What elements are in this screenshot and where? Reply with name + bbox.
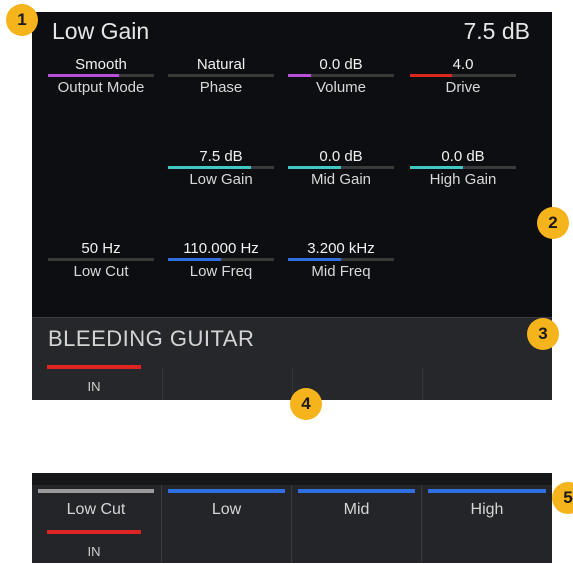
param-label: High Gain bbox=[429, 171, 497, 188]
param-value: 4.0 bbox=[452, 56, 474, 73]
param-label: Output Mode bbox=[57, 79, 145, 96]
in-indicator bbox=[47, 365, 141, 369]
panel-divider bbox=[422, 368, 423, 400]
in-label: IN bbox=[87, 544, 101, 559]
tab-indicator bbox=[38, 489, 154, 493]
param-level-bar bbox=[410, 166, 516, 169]
param-label: Volume bbox=[315, 79, 367, 96]
param-label: Mid Gain bbox=[310, 171, 372, 188]
param-mid-freq[interactable]: 3.200 kHz Mid Freq bbox=[284, 240, 398, 280]
channel-panel: BLEEDING GUITAR IN bbox=[32, 317, 552, 400]
callout-badge-1: 1 bbox=[6, 4, 38, 36]
param-value: Natural bbox=[196, 56, 246, 73]
tab-mid[interactable]: Mid bbox=[292, 485, 421, 525]
param-high-gain[interactable]: 0.0 dB High Gain bbox=[406, 148, 520, 188]
param-value: 3.200 kHz bbox=[307, 240, 375, 257]
callout-badge-2: 2 bbox=[537, 207, 569, 239]
param-label: Low Gain bbox=[189, 171, 253, 188]
selected-parameter-value: 7.5 dB bbox=[463, 18, 531, 44]
tab-indicator bbox=[298, 489, 415, 493]
param-level-bar bbox=[48, 74, 154, 77]
in-label: IN bbox=[87, 379, 101, 394]
tab-indicator bbox=[428, 489, 546, 493]
param-label: Drive bbox=[445, 79, 481, 96]
eq-band-strip: Low Cut Low Mid High IN bbox=[32, 473, 552, 563]
param-level-bar bbox=[288, 166, 394, 169]
param-label: Mid Freq bbox=[311, 263, 371, 280]
tab-low[interactable]: Low bbox=[162, 485, 291, 525]
param-phase[interactable]: Natural Phase bbox=[164, 56, 278, 96]
param-value: 110.000 Hz bbox=[183, 240, 259, 257]
tab-high[interactable]: High bbox=[422, 485, 552, 525]
param-volume[interactable]: 0.0 dB Volume bbox=[284, 56, 398, 96]
param-level-bar bbox=[168, 74, 274, 77]
param-level-bar bbox=[410, 74, 516, 77]
tab-indicator bbox=[168, 489, 285, 493]
param-level-bar bbox=[168, 258, 274, 261]
param-value: 0.0 dB bbox=[319, 56, 363, 73]
callout-badge-5: 5 bbox=[552, 482, 573, 514]
tab-label: Low Cut bbox=[66, 501, 126, 518]
param-label: Low Cut bbox=[73, 263, 129, 280]
tab-label: Mid bbox=[343, 501, 370, 518]
param-value: Smooth bbox=[75, 56, 127, 73]
param-low-gain[interactable]: 7.5 dB Low Gain bbox=[164, 148, 278, 188]
in-button[interactable]: IN bbox=[44, 530, 144, 560]
in-indicator bbox=[47, 530, 141, 534]
param-mid-gain[interactable]: 0.0 dB Mid Gain bbox=[284, 148, 398, 188]
param-value: 0.0 dB bbox=[441, 148, 485, 165]
param-level-bar bbox=[288, 258, 394, 261]
param-label: Low Freq bbox=[189, 263, 253, 280]
param-value: 7.5 dB bbox=[199, 148, 243, 165]
param-label: Phase bbox=[199, 79, 243, 96]
param-low-freq[interactable]: 110.000 Hz Low Freq bbox=[164, 240, 278, 280]
param-level-bar bbox=[288, 74, 394, 77]
param-output-mode[interactable]: Smooth Output Mode bbox=[44, 56, 158, 96]
param-level-bar bbox=[168, 166, 274, 169]
param-low-cut[interactable]: 50 Hz Low Cut bbox=[44, 240, 158, 280]
selected-parameter-title: Low Gain bbox=[52, 18, 150, 44]
device-screen: Low Gain 7.5 dB Smooth Output Mode Natur… bbox=[32, 12, 552, 317]
callout-badge-3: 3 bbox=[527, 318, 559, 350]
panel-divider bbox=[162, 368, 163, 400]
callout-badge-4: 4 bbox=[290, 388, 322, 420]
strip-top-band bbox=[32, 473, 552, 485]
param-level-bar bbox=[48, 258, 154, 261]
channel-name: BLEEDING GUITAR bbox=[48, 326, 255, 351]
param-value: 0.0 dB bbox=[319, 148, 363, 165]
param-value: 50 Hz bbox=[81, 240, 121, 257]
tab-label: Low bbox=[211, 501, 242, 518]
in-button[interactable]: IN bbox=[44, 365, 144, 395]
param-drive[interactable]: 4.0 Drive bbox=[406, 56, 520, 96]
tab-low-cut[interactable]: Low Cut bbox=[32, 485, 160, 525]
tab-label: High bbox=[470, 501, 504, 518]
